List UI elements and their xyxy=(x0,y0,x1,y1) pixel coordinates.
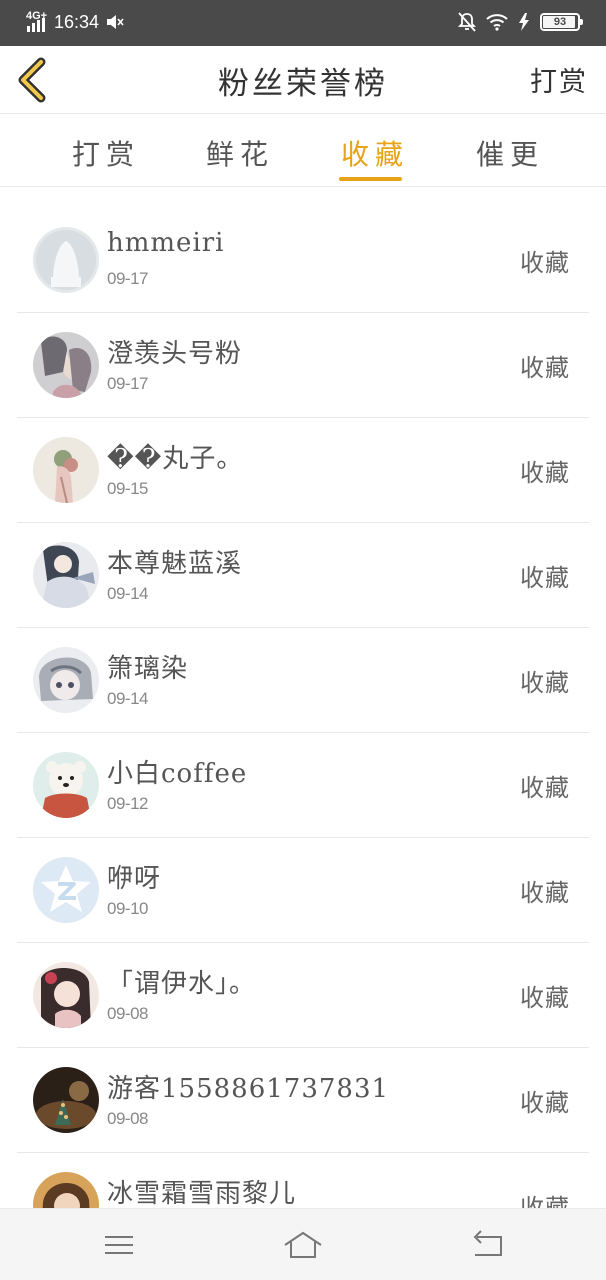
default-avatar-icon xyxy=(33,227,99,293)
avatar xyxy=(33,437,99,503)
fan-date: 09-14 xyxy=(107,584,148,603)
menu-icon xyxy=(105,1236,133,1254)
list-item[interactable]: ��丸子。 09-15 收藏 xyxy=(17,418,589,523)
fan-action: 收藏 xyxy=(520,774,570,802)
fan-action: 收藏 xyxy=(520,459,570,487)
list-item[interactable]: hmmeiri 09-17 收藏 xyxy=(17,208,589,313)
fan-date: 09-08 xyxy=(107,1109,148,1128)
home-icon xyxy=(284,1231,322,1258)
fan-action: 收藏 xyxy=(520,879,570,907)
menu-button[interactable] xyxy=(99,1227,139,1263)
fan-action: 收藏 xyxy=(520,249,570,277)
tab-bar: 打赏 鲜花 收藏 催更 xyxy=(0,115,606,187)
back-nav-button[interactable] xyxy=(467,1227,507,1263)
fan-date: 09-14 xyxy=(107,689,148,708)
fan-name: 箫璃染 xyxy=(107,654,189,684)
avatar xyxy=(33,227,99,293)
home-button[interactable] xyxy=(283,1227,323,1263)
fan-action: 收藏 xyxy=(520,1089,570,1117)
fan-list: hmmeiri 09-17 收藏 澄羡头号粉 09-17 收藏 ��丸子。 09… xyxy=(17,208,589,1258)
tab-favorites[interactable]: 收藏 xyxy=(341,133,409,173)
notifications-off-icon xyxy=(458,12,476,32)
top-app-bar: 粉丝荣誉榜 打赏 xyxy=(0,46,606,114)
list-item[interactable]: 游客1558861737831 09-08 收藏 xyxy=(17,1048,589,1153)
avatar xyxy=(33,962,99,1028)
fan-name: 「谓伊水」。 xyxy=(107,969,257,999)
fan-name: 小白coffee xyxy=(107,759,248,789)
list-item[interactable]: 咿呀 09-10 收藏 xyxy=(17,838,589,943)
qq-logo-icon xyxy=(33,857,99,923)
back-icon xyxy=(473,1230,502,1256)
list-item[interactable]: 本尊魅蓝溪 09-14 收藏 xyxy=(17,523,589,628)
fan-name: ��丸子。 xyxy=(107,444,244,474)
avatar xyxy=(33,752,99,818)
fan-name: 游客1558861737831 xyxy=(107,1074,390,1104)
list-item[interactable]: 「谓伊水」。 09-08 收藏 xyxy=(17,943,589,1048)
fan-action: 收藏 xyxy=(520,564,570,592)
avatar xyxy=(33,332,99,398)
avatar xyxy=(33,1067,99,1133)
status-bar: 4G+ 16:34 93 xyxy=(0,0,606,46)
avatar xyxy=(33,857,99,923)
fan-action: 收藏 xyxy=(520,984,570,1012)
battery-icon: 93 xyxy=(540,13,583,31)
reward-button[interactable]: 打赏 xyxy=(530,60,588,99)
fan-name: 澄羡头号粉 xyxy=(107,339,243,369)
speaker-muted-icon xyxy=(107,15,124,29)
wifi-icon xyxy=(486,14,508,31)
page-title: 粉丝荣誉榜 xyxy=(218,66,388,102)
active-tab-indicator xyxy=(339,177,402,181)
fan-date: 09-12 xyxy=(107,794,148,813)
fan-date: 09-15 xyxy=(107,479,148,498)
list-item[interactable]: 箫璃染 09-14 收藏 xyxy=(17,628,589,733)
cellular-signal-icon: 4G+ xyxy=(26,11,48,33)
list-item[interactable]: 澄羡头号粉 09-17 收藏 xyxy=(17,313,589,418)
avatar xyxy=(33,647,99,713)
charging-icon xyxy=(519,13,529,31)
avatar xyxy=(33,542,99,608)
list-item[interactable]: 小白coffee 09-12 收藏 xyxy=(17,733,589,838)
tab-reward[interactable]: 打赏 xyxy=(72,133,140,173)
fan-date: 09-08 xyxy=(107,1004,148,1023)
clock: 16:34 xyxy=(54,11,100,32)
fan-name: hmmeiri xyxy=(107,228,225,258)
battery-level: 93 xyxy=(553,16,567,28)
system-navigation-bar xyxy=(0,1208,606,1280)
fan-date: 09-17 xyxy=(107,374,148,393)
tab-flowers[interactable]: 鲜花 xyxy=(206,133,274,173)
fan-name: 咿呀 xyxy=(107,864,162,894)
fan-name: 本尊魅蓝溪 xyxy=(107,549,243,579)
tab-urge-update[interactable]: 催更 xyxy=(476,133,544,173)
fan-date: 09-10 xyxy=(107,899,148,918)
fan-name: 冰雪霜雪雨黎儿 xyxy=(107,1179,297,1209)
fan-action: 收藏 xyxy=(520,669,570,697)
fan-action: 收藏 xyxy=(520,354,570,382)
fan-date: 09-17 xyxy=(107,269,148,288)
